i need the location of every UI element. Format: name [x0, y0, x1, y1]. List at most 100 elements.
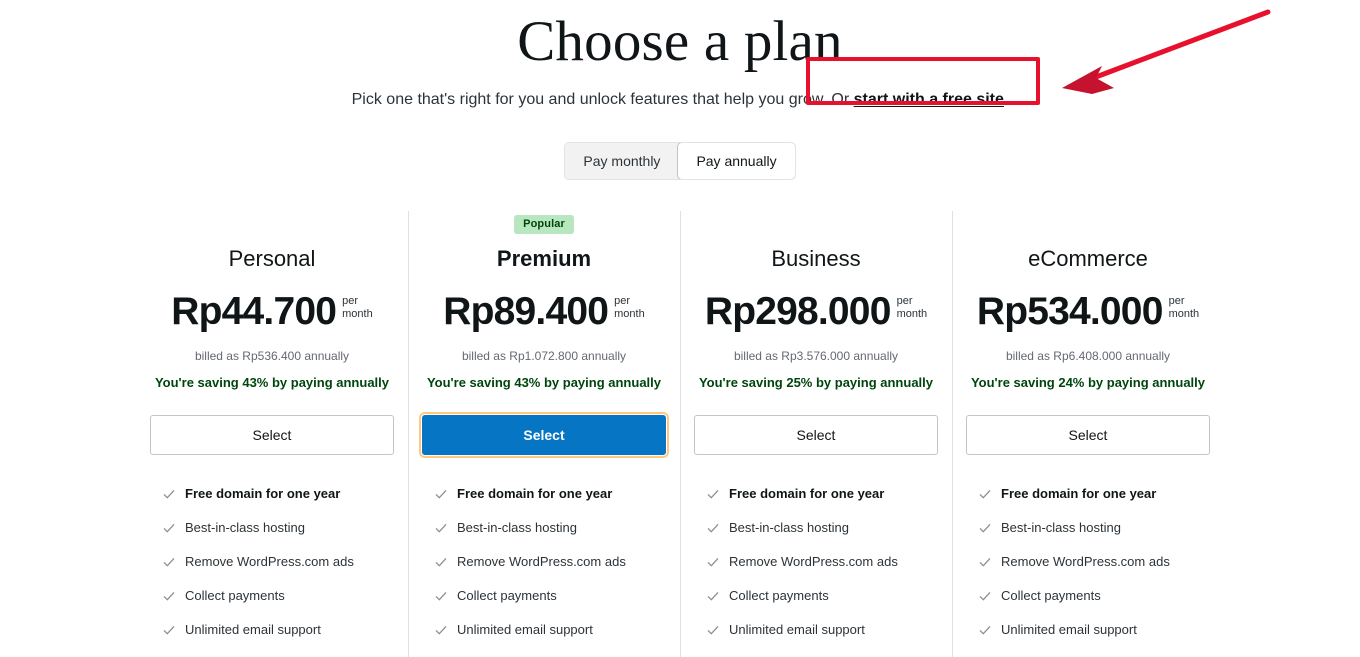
plan-name: eCommerce [1028, 245, 1148, 271]
feature-label: Remove WordPress.com ads [457, 554, 626, 570]
check-icon [706, 623, 720, 637]
features-list: Free domain for one year Best-in-class h… [694, 485, 938, 639]
feature-label: Unlimited email support [185, 622, 321, 638]
price-row: Rp298.000 per month [694, 290, 938, 336]
check-icon [706, 521, 720, 535]
check-icon [434, 623, 448, 637]
list-item: Best-in-class hosting [434, 519, 666, 537]
price-unit: per month [1169, 295, 1200, 321]
check-icon [162, 555, 176, 569]
page-subtitle-text: Pick one that's right for you and unlock… [351, 90, 854, 108]
check-icon [434, 555, 448, 569]
feature-label: Collect payments [1001, 588, 1101, 604]
feature-label: Best-in-class hosting [185, 520, 305, 536]
billed-annually-text: billed as Rp536.400 annually [194, 349, 350, 364]
plan-card-business: Business Rp298.000 per month billed as R… [680, 210, 952, 657]
check-icon [434, 487, 448, 501]
check-icon [978, 589, 992, 603]
select-button-premium[interactable]: Select [419, 412, 669, 459]
price-row: Rp44.700 per month [150, 290, 394, 336]
list-item: Free domain for one year [434, 485, 666, 503]
price-row: Rp89.400 per month [422, 290, 666, 336]
price-unit: per month [614, 295, 645, 321]
plan-price: Rp89.400 [443, 290, 609, 334]
price-unit-per: per [896, 295, 913, 308]
plan-card-ecommerce: eCommerce Rp534.000 per month billed as … [952, 210, 1224, 657]
saving-text: You're saving 24% by paying annually [970, 375, 1206, 391]
check-icon [706, 555, 720, 569]
badge-row: Popular [422, 214, 666, 237]
saving-text: You're saving 43% by paying annually [154, 375, 390, 391]
plan-name: Personal [228, 245, 316, 271]
list-item: Free domain for one year [162, 485, 394, 503]
price-unit-per: per [614, 295, 631, 308]
badge-row [966, 215, 1210, 237]
billed-annually-text: billed as Rp6.408.000 annually [1005, 349, 1171, 364]
plan-price: Rp534.000 [976, 290, 1164, 334]
plan-name: Business [771, 245, 861, 271]
tab-pay-annually[interactable]: Pay annually [678, 142, 795, 179]
feature-label: Unlimited email support [457, 622, 593, 638]
check-icon [978, 521, 992, 535]
check-icon [434, 589, 448, 603]
list-item: Remove WordPress.com ads [434, 553, 666, 571]
feature-label: Best-in-class hosting [457, 520, 577, 536]
list-item: Remove WordPress.com ads [706, 553, 938, 571]
feature-label: Remove WordPress.com ads [1001, 554, 1170, 570]
list-item: Unlimited email support [978, 621, 1210, 639]
check-icon [978, 555, 992, 569]
feature-label: Unlimited email support [1001, 622, 1137, 638]
feature-label: Best-in-class hosting [729, 520, 849, 536]
check-icon [162, 487, 176, 501]
page-subtitle: Pick one that's right for you and unlock… [0, 88, 1360, 112]
feature-label: Remove WordPress.com ads [729, 554, 898, 570]
price-unit-per: per [1168, 295, 1185, 308]
list-item: Remove WordPress.com ads [162, 553, 394, 571]
select-button-business[interactable]: Select [694, 415, 938, 456]
price-unit: per month [897, 295, 928, 321]
list-item: Collect payments [706, 587, 938, 605]
start-free-site-link[interactable]: start with a free site [854, 91, 1004, 108]
select-button-ecommerce[interactable]: Select [966, 415, 1210, 456]
feature-label: Best-in-class hosting [1001, 520, 1121, 536]
list-item: Unlimited email support [434, 621, 666, 639]
features-list: Free domain for one year Best-in-class h… [150, 485, 394, 639]
plan-name: Premium [496, 245, 592, 271]
badge-row [150, 215, 394, 237]
list-item: Free domain for one year [706, 485, 938, 503]
check-icon [162, 521, 176, 535]
billing-toggle: Pay monthly Pay annually [0, 142, 1360, 179]
feature-label: Collect payments [185, 588, 285, 604]
feature-label: Remove WordPress.com ads [185, 554, 354, 570]
list-item: Unlimited email support [706, 621, 938, 639]
billing-toggle-group[interactable]: Pay monthly Pay annually [565, 142, 795, 179]
price-row: Rp534.000 per month [966, 290, 1210, 336]
list-item: Remove WordPress.com ads [978, 553, 1210, 571]
list-item: Best-in-class hosting [162, 519, 394, 537]
plan-card-personal: Personal Rp44.700 per month billed as Rp… [136, 215, 408, 656]
list-item: Collect payments [434, 587, 666, 605]
price-unit-period: month [342, 308, 373, 321]
check-icon [978, 487, 992, 501]
price-unit-per: per [342, 295, 359, 308]
billed-annually-text: billed as Rp1.072.800 annually [461, 349, 627, 364]
saving-text: You're saving 25% by paying annually [698, 375, 934, 391]
check-icon [434, 521, 448, 535]
price-unit: per month [342, 295, 373, 321]
plan-price: Rp298.000 [704, 290, 892, 334]
feature-label: Unlimited email support [729, 622, 865, 638]
billed-annually-text: billed as Rp3.576.000 annually [733, 349, 899, 364]
list-item: Collect payments [162, 587, 394, 605]
tab-pay-monthly[interactable]: Pay monthly [565, 143, 678, 179]
feature-label: Free domain for one year [729, 486, 885, 502]
list-item: Unlimited email support [162, 621, 394, 639]
select-button-personal[interactable]: Select [150, 415, 394, 456]
features-list: Free domain for one year Best-in-class h… [966, 485, 1210, 639]
check-icon [162, 589, 176, 603]
check-icon [706, 589, 720, 603]
badge-row [694, 215, 938, 237]
price-unit-period: month [896, 308, 928, 321]
features-list: Free domain for one year Best-in-class h… [422, 485, 666, 639]
list-item: Free domain for one year [978, 485, 1210, 503]
price-unit-period: month [1168, 308, 1200, 321]
